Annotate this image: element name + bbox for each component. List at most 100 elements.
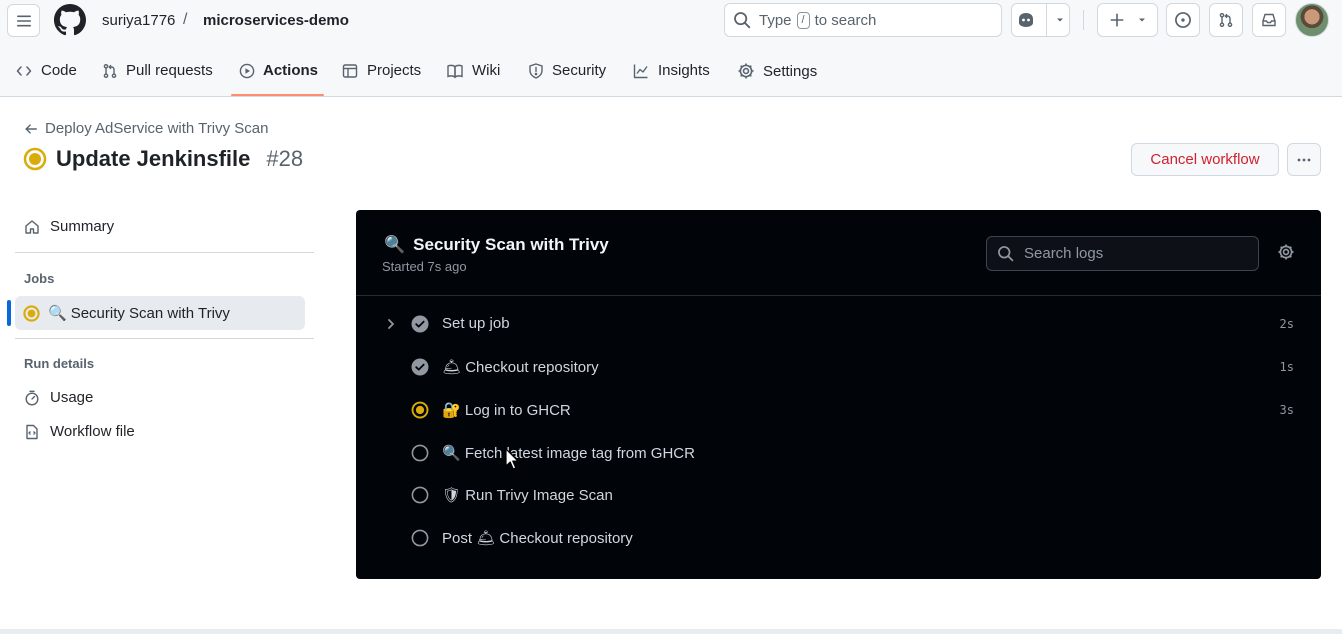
workflow-name: Deploy AdService with Trivy Scan [45, 120, 269, 137]
page-bottom-edge [0, 629, 1342, 634]
run-number: #28 [266, 146, 304, 171]
log-settings-button[interactable] [1277, 243, 1295, 261]
create-new-button[interactable] [1097, 3, 1158, 37]
run-details-heading: Run details [24, 356, 95, 371]
sidebar-summary[interactable]: Summary [24, 218, 114, 235]
tab-label: Projects [367, 62, 422, 79]
step-label-group: 🛎 Checkout repository [442, 358, 599, 376]
tab-label: Actions [263, 62, 319, 79]
job-log-panel: 🔍 Security Scan with Trivy Started 7s ag… [356, 210, 1321, 579]
success-check-icon [411, 358, 429, 376]
sidebar-divider [15, 338, 314, 339]
step-label: Log in to GHCR [464, 402, 571, 419]
pull-request-icon [103, 63, 117, 78]
workflow-back-link[interactable]: Deploy AdService with Trivy Scan [24, 120, 268, 137]
search-suffix-text: to search [814, 11, 877, 29]
play-icon [239, 63, 255, 78]
search-logs-input[interactable]: Search logs [986, 236, 1259, 271]
more-options-button[interactable] [1287, 143, 1321, 176]
step-label-group: 🔍 Fetch latest image tag from GHCR [442, 444, 695, 462]
step-row[interactable]: Post 🛎 Checkout repository [356, 520, 1321, 556]
step-row[interactable]: 🔐 Log in to GHCR 3s [356, 392, 1321, 428]
tab-settings[interactable]: Settings [737, 62, 817, 80]
tab-pull-requests[interactable]: Pull requests [102, 62, 213, 79]
tab-label: Settings [763, 62, 818, 80]
sidebar-job-security-scan[interactable]: 🔍 Security Scan with Trivy [15, 296, 305, 330]
file-code-icon [26, 424, 38, 439]
pull-request-icon [1219, 12, 1233, 27]
in-progress-status-icon [411, 401, 429, 419]
step-duration: 2s [1279, 317, 1294, 331]
sidebar-workflow-file-label: Workflow file [50, 423, 135, 440]
in-progress-status-icon [23, 304, 40, 322]
search-icon [734, 12, 751, 29]
issues-button[interactable] [1166, 3, 1200, 37]
run-title: Update Jenkinsfile #28 [23, 146, 303, 172]
sidebar-usage[interactable]: Usage [24, 389, 93, 406]
step-label: Fetch latest image tag from GHCR [464, 445, 695, 462]
global-search-input[interactable]: Type / to search [724, 3, 1002, 37]
shield-emoji: 🛡 [442, 487, 462, 504]
github-logo-icon[interactable] [54, 4, 86, 36]
success-check-icon [411, 315, 429, 333]
inbox-icon [1262, 13, 1276, 27]
tab-label: Pull requests [126, 62, 213, 79]
gear-icon [738, 63, 754, 79]
book-icon [447, 64, 463, 78]
shield-icon [529, 62, 543, 79]
step-duration: 3s [1279, 403, 1294, 417]
hamburger-menu-button[interactable] [7, 4, 40, 37]
step-row[interactable]: Set up job 2s [356, 306, 1321, 342]
step-duration: 1s [1279, 360, 1294, 374]
search-shortcut-key: / [796, 11, 810, 29]
step-label-group: Post 🛎 Checkout repository [442, 529, 633, 547]
breadcrumb-owner-link[interactable]: suriya1776 [102, 12, 175, 29]
run-title-text: Update Jenkinsfile [56, 146, 251, 171]
stopwatch-icon [25, 390, 39, 406]
pending-circle-icon [411, 444, 429, 462]
jobs-heading: Jobs [24, 271, 55, 286]
sidebar-job-label: Security Scan with Trivy [70, 304, 230, 322]
tab-actions[interactable]: Actions [239, 62, 318, 79]
chevron-down-icon [1138, 18, 1145, 22]
step-row[interactable]: 🛡 Run Trivy Image Scan [356, 477, 1321, 513]
tab-label: Code [41, 62, 77, 79]
sidebar-divider [15, 252, 314, 253]
magnifier-emoji: 🔍 [48, 305, 67, 322]
inbox-button[interactable] [1252, 3, 1286, 37]
active-tab-indicator [231, 94, 324, 96]
tab-wiki[interactable]: Wiki [446, 62, 500, 79]
tab-code[interactable]: Code [15, 62, 77, 79]
home-icon [25, 219, 39, 234]
magnifier-emoji: 🔍 [442, 445, 461, 462]
step-label: Set up job [442, 315, 510, 332]
tab-label: Wiki [472, 62, 501, 79]
hamburger-icon [16, 15, 31, 26]
step-row[interactable]: 🛎 Checkout repository 1s [356, 349, 1321, 385]
pull-requests-button[interactable] [1209, 3, 1243, 37]
sidebar-workflow-file[interactable]: Workflow file [24, 423, 135, 440]
step-row[interactable]: 🔍 Fetch latest image tag from GHCR [356, 435, 1321, 471]
arrow-left-icon [25, 123, 37, 134]
gear-icon [1278, 244, 1294, 260]
breadcrumb-separator: / [183, 11, 188, 28]
tab-projects[interactable]: Projects [341, 62, 421, 79]
issue-icon [1175, 12, 1191, 28]
job-title: 🔍 Security Scan with Trivy [384, 235, 609, 255]
cancel-workflow-button[interactable]: Cancel workflow [1131, 143, 1279, 176]
job-title-text: Security Scan with Trivy [413, 235, 609, 254]
tab-security[interactable]: Security [528, 62, 606, 79]
repo-navigation: Code Pull requests Actions Projects Wiki… [0, 48, 1342, 97]
search-prefix-text: Type [759, 11, 792, 29]
bellhop-bell-emoji: 🛎 [442, 359, 462, 376]
step-label: Post [442, 530, 473, 547]
copilot-button[interactable] [1011, 3, 1070, 37]
user-avatar[interactable] [1295, 3, 1329, 37]
kebab-horizontal-icon [1297, 158, 1311, 161]
code-icon [16, 65, 32, 76]
mouse-pointer-icon [505, 448, 519, 470]
breadcrumb-repo-link[interactable]: microservices-demo [203, 12, 349, 29]
job-started-text: Started 7s ago [382, 259, 467, 274]
tab-insights[interactable]: Insights [632, 62, 710, 79]
magnifier-emoji: 🔍 [384, 235, 406, 254]
